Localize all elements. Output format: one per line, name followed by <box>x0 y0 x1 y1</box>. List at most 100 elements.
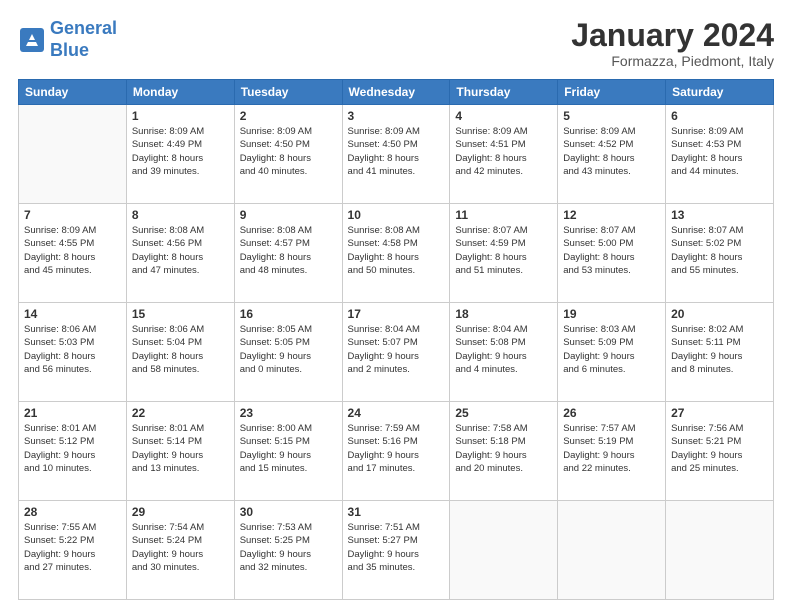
day-info: Sunrise: 8:05 AMSunset: 5:05 PMDaylight:… <box>240 323 337 376</box>
day-number: 7 <box>24 208 121 222</box>
day-number: 3 <box>348 109 445 123</box>
day-number: 1 <box>132 109 229 123</box>
week-row-3: 14 Sunrise: 8:06 AMSunset: 5:03 PMDayligh… <box>19 303 774 402</box>
day-cell: 20 Sunrise: 8:02 AMSunset: 5:11 PMDayligh… <box>666 303 774 402</box>
day-number: 24 <box>348 406 445 420</box>
day-info: Sunrise: 8:01 AMSunset: 5:12 PMDaylight:… <box>24 422 121 475</box>
day-info: Sunrise: 8:07 AMSunset: 5:02 PMDaylight:… <box>671 224 768 277</box>
day-info: Sunrise: 7:59 AMSunset: 5:16 PMDaylight:… <box>348 422 445 475</box>
calendar-subtitle: Formazza, Piedmont, Italy <box>571 53 774 69</box>
day-cell: 1Sunrise: 8:09 AMSunset: 4:49 PMDaylight… <box>126 105 234 204</box>
day-cell: 22 Sunrise: 8:01 AMSunset: 5:14 PMDayligh… <box>126 402 234 501</box>
col-header-thursday: Thursday <box>450 80 558 105</box>
day-number: 19 <box>563 307 660 321</box>
day-number: 21 <box>24 406 121 420</box>
day-number: 22 <box>132 406 229 420</box>
day-number: 14 <box>24 307 121 321</box>
day-number: 13 <box>671 208 768 222</box>
day-number: 15 <box>132 307 229 321</box>
day-info: Sunrise: 8:06 AMSunset: 5:04 PMDaylight:… <box>132 323 229 376</box>
logo-icon <box>18 26 46 54</box>
day-number: 31 <box>348 505 445 519</box>
col-header-wednesday: Wednesday <box>342 80 450 105</box>
day-cell: 12 Sunrise: 8:07 AMSunset: 5:00 PMDayligh… <box>558 204 666 303</box>
day-number: 17 <box>348 307 445 321</box>
col-header-sunday: Sunday <box>19 80 127 105</box>
day-number: 28 <box>24 505 121 519</box>
day-cell: 2Sunrise: 8:09 AMSunset: 4:50 PMDaylight… <box>234 105 342 204</box>
day-number: 30 <box>240 505 337 519</box>
day-info: Sunrise: 7:54 AMSunset: 5:24 PMDaylight:… <box>132 521 229 574</box>
logo-general: General <box>50 18 117 38</box>
day-info: Sunrise: 8:08 AMSunset: 4:57 PMDaylight:… <box>240 224 337 277</box>
day-cell: 15 Sunrise: 8:06 AMSunset: 5:04 PMDayligh… <box>126 303 234 402</box>
day-info: Sunrise: 7:58 AMSunset: 5:18 PMDaylight:… <box>455 422 552 475</box>
logo-blue: Blue <box>50 40 89 60</box>
day-info: Sunrise: 8:09 AMSunset: 4:55 PMDaylight:… <box>24 224 121 277</box>
day-number: 8 <box>132 208 229 222</box>
day-number: 4 <box>455 109 552 123</box>
day-cell: 6Sunrise: 8:09 AMSunset: 4:53 PMDaylight… <box>666 105 774 204</box>
day-cell: 24 Sunrise: 7:59 AMSunset: 5:16 PMDayligh… <box>342 402 450 501</box>
day-info: Sunrise: 8:09 AMSunset: 4:50 PMDaylight:… <box>348 125 445 178</box>
day-info: Sunrise: 8:02 AMSunset: 5:11 PMDaylight:… <box>671 323 768 376</box>
col-header-tuesday: Tuesday <box>234 80 342 105</box>
day-info: Sunrise: 8:07 AMSunset: 5:00 PMDaylight:… <box>563 224 660 277</box>
day-info: Sunrise: 8:04 AMSunset: 5:07 PMDaylight:… <box>348 323 445 376</box>
day-cell: 17 Sunrise: 8:04 AMSunset: 5:07 PMDayligh… <box>342 303 450 402</box>
day-cell: 10Sunrise: 8:08 AMSunset: 4:58 PMDayligh… <box>342 204 450 303</box>
day-cell: 5Sunrise: 8:09 AMSunset: 4:52 PMDaylight… <box>558 105 666 204</box>
day-cell: 25Sunrise: 7:58 AMSunset: 5:18 PMDayligh… <box>450 402 558 501</box>
day-cell: 18 Sunrise: 8:04 AMSunset: 5:08 PMDayligh… <box>450 303 558 402</box>
day-cell: 30 Sunrise: 7:53 AMSunset: 5:25 PMDayligh… <box>234 501 342 600</box>
day-cell: 16Sunrise: 8:05 AMSunset: 5:05 PMDayligh… <box>234 303 342 402</box>
day-info: Sunrise: 8:08 AMSunset: 4:56 PMDaylight:… <box>132 224 229 277</box>
day-cell: 21 Sunrise: 8:01 AMSunset: 5:12 PMDayligh… <box>19 402 127 501</box>
col-header-friday: Friday <box>558 80 666 105</box>
day-number: 27 <box>671 406 768 420</box>
logo: General Blue <box>18 18 117 61</box>
day-cell: 19 Sunrise: 8:03 AMSunset: 5:09 PMDayligh… <box>558 303 666 402</box>
day-number: 23 <box>240 406 337 420</box>
day-cell: 8 Sunrise: 8:08 AMSunset: 4:56 PMDaylight… <box>126 204 234 303</box>
day-cell: 11Sunrise: 8:07 AMSunset: 4:59 PMDayligh… <box>450 204 558 303</box>
calendar-title: January 2024 <box>571 18 774 53</box>
day-info: Sunrise: 8:09 AMSunset: 4:51 PMDaylight:… <box>455 125 552 178</box>
day-number: 6 <box>671 109 768 123</box>
day-cell: 3 Sunrise: 8:09 AMSunset: 4:50 PMDaylight… <box>342 105 450 204</box>
calendar-table: SundayMondayTuesdayWednesdayThursdayFrid… <box>18 79 774 600</box>
day-info: Sunrise: 8:01 AMSunset: 5:14 PMDaylight:… <box>132 422 229 475</box>
day-cell: 9 Sunrise: 8:08 AMSunset: 4:57 PMDaylight… <box>234 204 342 303</box>
day-info: Sunrise: 8:03 AMSunset: 5:09 PMDaylight:… <box>563 323 660 376</box>
header-row: SundayMondayTuesdayWednesdayThursdayFrid… <box>19 80 774 105</box>
day-number: 12 <box>563 208 660 222</box>
day-number: 20 <box>671 307 768 321</box>
day-cell: 29Sunrise: 7:54 AMSunset: 5:24 PMDayligh… <box>126 501 234 600</box>
day-cell <box>450 501 558 600</box>
day-number: 11 <box>455 208 552 222</box>
day-number: 5 <box>563 109 660 123</box>
week-row-4: 21 Sunrise: 8:01 AMSunset: 5:12 PMDayligh… <box>19 402 774 501</box>
header: General Blue January 2024 Formazza, Pied… <box>18 18 774 69</box>
day-info: Sunrise: 7:53 AMSunset: 5:25 PMDaylight:… <box>240 521 337 574</box>
day-cell: 14 Sunrise: 8:06 AMSunset: 5:03 PMDayligh… <box>19 303 127 402</box>
day-cell: 28Sunrise: 7:55 AMSunset: 5:22 PMDayligh… <box>19 501 127 600</box>
title-block: January 2024 Formazza, Piedmont, Italy <box>571 18 774 69</box>
col-header-monday: Monday <box>126 80 234 105</box>
day-info: Sunrise: 7:56 AMSunset: 5:21 PMDaylight:… <box>671 422 768 475</box>
day-cell: 13 Sunrise: 8:07 AMSunset: 5:02 PMDayligh… <box>666 204 774 303</box>
day-cell: 26Sunrise: 7:57 AMSunset: 5:19 PMDayligh… <box>558 402 666 501</box>
day-cell: 4 Sunrise: 8:09 AMSunset: 4:51 PMDaylight… <box>450 105 558 204</box>
day-info: Sunrise: 7:51 AMSunset: 5:27 PMDaylight:… <box>348 521 445 574</box>
day-number: 9 <box>240 208 337 222</box>
day-number: 26 <box>563 406 660 420</box>
day-cell <box>19 105 127 204</box>
day-number: 18 <box>455 307 552 321</box>
day-cell <box>558 501 666 600</box>
day-cell: 31 Sunrise: 7:51 AMSunset: 5:27 PMDayligh… <box>342 501 450 600</box>
day-info: Sunrise: 8:06 AMSunset: 5:03 PMDaylight:… <box>24 323 121 376</box>
day-info: Sunrise: 8:04 AMSunset: 5:08 PMDaylight:… <box>455 323 552 376</box>
day-cell <box>666 501 774 600</box>
logo-text: General Blue <box>50 18 117 61</box>
week-row-1: 1Sunrise: 8:09 AMSunset: 4:49 PMDaylight… <box>19 105 774 204</box>
